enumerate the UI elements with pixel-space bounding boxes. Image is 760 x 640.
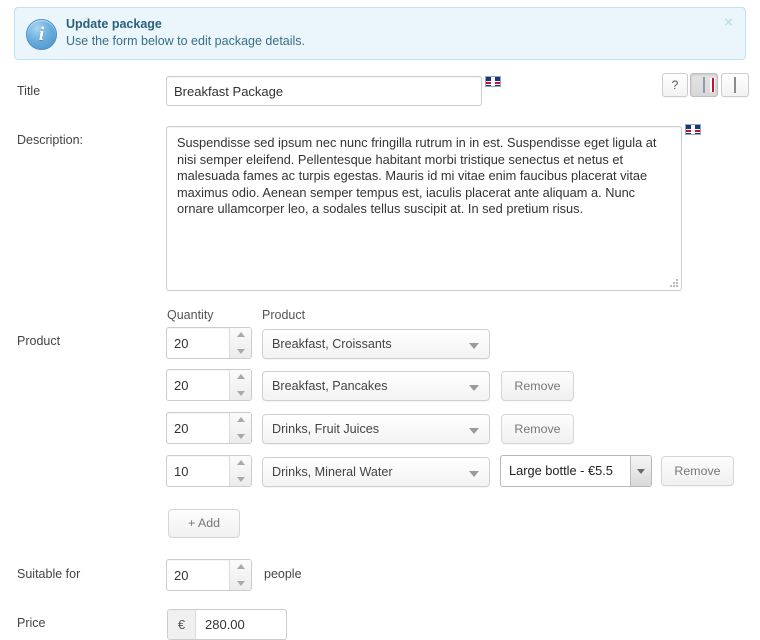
flag-de-icon <box>734 77 736 93</box>
quantity-stepper[interactable] <box>166 412 252 444</box>
stepper-buttons[interactable] <box>229 560 251 590</box>
chevron-down-icon <box>469 343 479 349</box>
add-product-button[interactable]: + Add <box>168 509 240 538</box>
product-dropdown-label: Breakfast, Pancakes <box>272 379 388 393</box>
product-dropdown[interactable]: Breakfast, Croissants <box>262 329 490 359</box>
flag-uk-icon <box>703 77 715 93</box>
product-dropdown-label: Drinks, Fruit Juices <box>272 422 380 436</box>
stepper-buttons[interactable] <box>229 328 251 358</box>
product-column-header: Product <box>262 308 306 322</box>
quantity-input[interactable] <box>167 456 230 486</box>
quantity-input[interactable] <box>167 370 230 400</box>
price-field-group[interactable]: € <box>167 609 287 640</box>
quantity-input[interactable] <box>167 328 230 358</box>
close-icon[interactable]: × <box>720 13 737 32</box>
chevron-down-icon <box>469 385 479 391</box>
people-unit-label: people <box>264 567 302 581</box>
stepper-buttons[interactable] <box>229 456 251 486</box>
info-icon <box>26 19 57 50</box>
stepper-down-icon[interactable] <box>230 428 251 443</box>
update-package-form: Update package Use the form below to edi… <box>0 0 760 640</box>
product-dropdown[interactable]: Breakfast, Pancakes <box>262 371 490 401</box>
description-textarea[interactable]: Suspendisse sed ipsum nec nunc fringilla… <box>166 126 682 291</box>
title-label: Title <box>17 84 41 98</box>
remove-button[interactable]: Remove <box>501 414 574 444</box>
stepper-down-icon[interactable] <box>230 343 251 358</box>
quantity-stepper[interactable] <box>166 369 252 401</box>
language-button-en[interactable] <box>690 73 718 97</box>
stepper-up-icon[interactable] <box>230 328 251 343</box>
people-input[interactable] <box>167 560 230 590</box>
stepper-up-icon[interactable] <box>230 413 251 428</box>
product-dropdown[interactable]: Drinks, Fruit Juices <box>262 414 490 444</box>
quantity-column-header: Quantity <box>167 308 214 322</box>
quantity-stepper[interactable] <box>166 327 252 359</box>
people-stepper[interactable] <box>166 559 252 591</box>
remove-button[interactable]: Remove <box>661 456 734 486</box>
variant-select[interactable]: Large bottle - €5.5 <box>500 455 652 487</box>
language-button-de[interactable] <box>721 73 749 97</box>
stepper-down-icon[interactable] <box>230 575 251 590</box>
product-dropdown-label: Drinks, Mineral Water <box>272 465 393 479</box>
price-label: Price <box>17 616 46 630</box>
price-input[interactable] <box>197 610 286 639</box>
product-section-label: Product <box>17 334 61 348</box>
info-banner: Update package Use the form below to edi… <box>14 7 746 60</box>
title-flag-uk-icon[interactable] <box>485 76 501 87</box>
currency-symbol: € <box>168 610 196 639</box>
help-button[interactable]: ? <box>662 73 688 97</box>
banner-title: Update package <box>66 17 162 31</box>
chevron-down-icon <box>469 428 479 434</box>
chevron-down-icon[interactable] <box>630 456 651 486</box>
stepper-down-icon[interactable] <box>230 471 251 486</box>
quantity-input[interactable] <box>167 413 230 443</box>
banner-subtitle: Use the form below to edit package detai… <box>66 34 306 48</box>
stepper-buttons[interactable] <box>229 413 251 443</box>
product-dropdown-label: Breakfast, Croissants <box>272 337 392 351</box>
description-flag-uk-icon[interactable] <box>685 124 701 135</box>
title-input[interactable] <box>166 76 482 106</box>
product-dropdown[interactable]: Drinks, Mineral Water <box>262 457 490 487</box>
description-label: Description: <box>17 133 83 147</box>
stepper-down-icon[interactable] <box>230 385 251 400</box>
remove-button[interactable]: Remove <box>501 371 574 401</box>
stepper-up-icon[interactable] <box>230 456 251 471</box>
stepper-buttons[interactable] <box>229 370 251 400</box>
suitable-for-label: Suitable for <box>17 567 81 581</box>
variant-select-label: Large bottle - €5.5 <box>509 463 613 478</box>
stepper-up-icon[interactable] <box>230 560 251 575</box>
chevron-down-icon <box>469 471 479 477</box>
stepper-up-icon[interactable] <box>230 370 251 385</box>
quantity-stepper[interactable] <box>166 455 252 487</box>
